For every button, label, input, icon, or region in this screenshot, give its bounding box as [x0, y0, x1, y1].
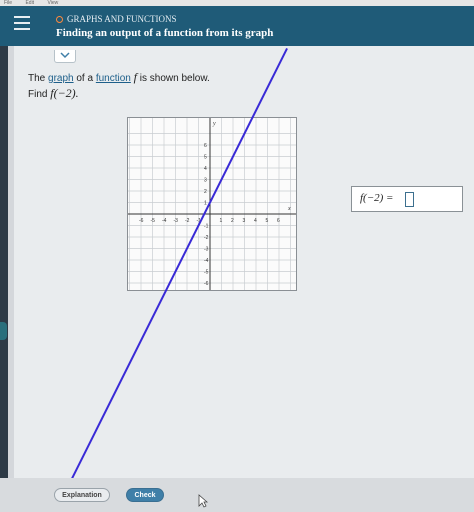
- y-tick-label: -2: [204, 235, 209, 241]
- status-circle-icon: [56, 16, 63, 23]
- page-title: Finding an output of a function from its…: [56, 27, 274, 39]
- chevron-down-icon: [60, 52, 70, 59]
- y-tick-label: -5: [204, 270, 209, 276]
- x-tick-label: -3: [174, 218, 179, 224]
- side-panel-tab[interactable]: [0, 322, 7, 340]
- function-graph: x y -6 -5 -4 -3 -2 -1 1 2 3 4 5 6 6 5 4 3 2 1 -1 -2 -3 -4 -5 -6: [127, 117, 297, 291]
- hamburger-menu-icon[interactable]: [14, 16, 30, 30]
- x-tick-label: 1: [220, 218, 223, 224]
- explanation-button[interactable]: Explanation: [54, 488, 110, 502]
- top-header: GRAPHS AND FUNCTIONS Finding an output o…: [0, 6, 474, 46]
- y-tick-label: 5: [204, 155, 207, 161]
- problem-text: The: [28, 73, 49, 84]
- problem-line-1: The graph of a function f is shown below…: [28, 70, 210, 86]
- y-tick-label: -6: [204, 281, 209, 287]
- y-tick-label: -4: [204, 258, 209, 264]
- left-edge-panel: [0, 46, 8, 512]
- x-tick-label: -6: [139, 218, 144, 224]
- graph-link[interactable]: graph: [48, 73, 74, 84]
- answer-label: f(−2) =: [360, 192, 394, 204]
- find-label: Find: [28, 89, 51, 100]
- y-tick-label: 4: [204, 166, 207, 172]
- problem-statement: The graph of a function f is shown below…: [28, 70, 210, 102]
- x-tick-label: -1: [197, 218, 202, 224]
- problem-text: is shown below.: [137, 73, 210, 84]
- x-tick-label: 5: [266, 218, 269, 224]
- problem-line-2: Find f(−2).: [28, 86, 210, 102]
- check-button[interactable]: Check: [126, 488, 164, 502]
- topic-text: GRAPHS AND FUNCTIONS: [67, 14, 177, 24]
- x-tick-label: -5: [151, 218, 156, 224]
- x-tick-label: -4: [162, 218, 167, 224]
- answer-input[interactable]: [405, 192, 414, 207]
- x-axis-label: x: [287, 206, 291, 212]
- x-tick-label: -2: [185, 218, 190, 224]
- collapse-toggle[interactable]: [54, 50, 76, 63]
- x-tick-label: 3: [243, 218, 246, 224]
- y-tick-label: 1: [204, 201, 207, 207]
- x-tick-label: 2: [231, 218, 234, 224]
- y-tick-label: -3: [204, 247, 209, 253]
- function-link[interactable]: function: [96, 73, 131, 84]
- y-tick-label: -1: [204, 224, 209, 230]
- problem-text: of a: [73, 73, 96, 84]
- y-axis-label: y: [212, 121, 216, 127]
- footer-bar: Explanation Check: [0, 478, 474, 512]
- y-tick-label: 2: [204, 189, 207, 195]
- y-tick-label: 3: [204, 178, 207, 184]
- x-tick-label: 6: [277, 218, 280, 224]
- topic-label: GRAPHS AND FUNCTIONS: [56, 14, 177, 24]
- find-expression: f(−2).: [50, 86, 79, 100]
- y-tick-label: 6: [204, 143, 207, 149]
- mouse-pointer-icon: [198, 494, 208, 508]
- x-tick-label: 4: [254, 218, 257, 224]
- answer-box: f(−2) =: [351, 186, 463, 212]
- graph-plot: x y -6 -5 -4 -3 -2 -1 1 2 3 4 5 6 6 5 4 3 2 1 -1 -2 -3 -4 -5 -6: [128, 118, 296, 290]
